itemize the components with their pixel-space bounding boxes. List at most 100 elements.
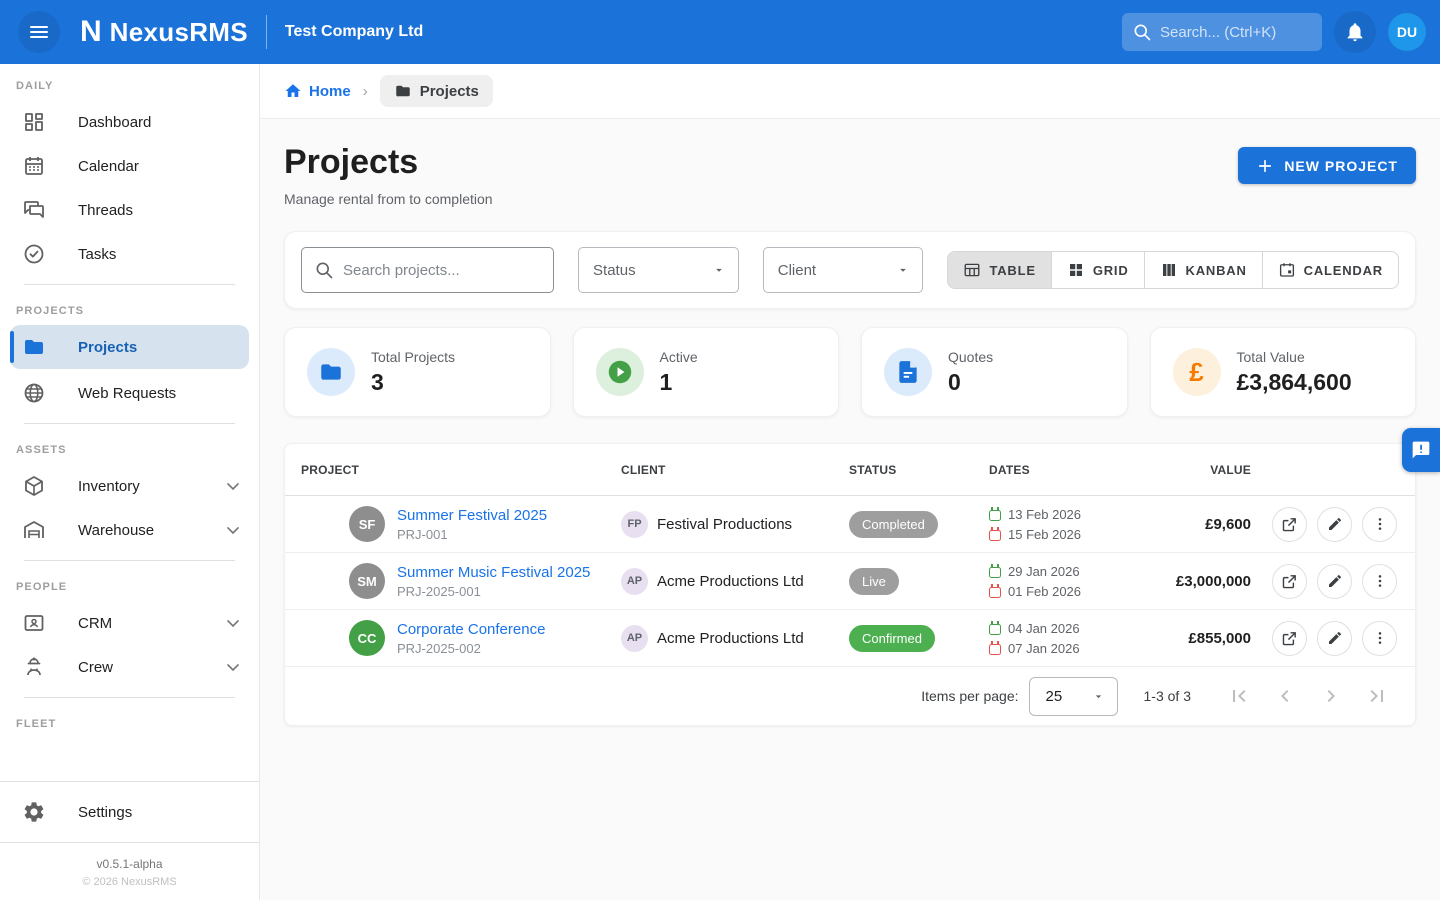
project-value: £9,600 xyxy=(1137,516,1251,533)
client-filter-label: Client xyxy=(778,262,816,279)
calendar-end-icon xyxy=(989,644,1001,655)
sidebar-item-web-requests[interactable]: Web Requests xyxy=(0,371,259,415)
sidebar-item-settings[interactable]: Settings xyxy=(0,790,259,834)
end-date: 01 Feb 2026 xyxy=(1008,584,1081,599)
page-title: Projects xyxy=(284,143,493,182)
sidebar-item-label: Dashboard xyxy=(78,114,151,131)
project-avatar: SF xyxy=(349,506,385,542)
client-avatar: FP xyxy=(621,511,648,538)
more-actions-button[interactable] xyxy=(1362,564,1397,599)
view-calendar-label: CALENDAR xyxy=(1304,263,1383,278)
stat-value: 1 xyxy=(660,369,698,396)
breadcrumb: Home › Projects xyxy=(260,64,1440,119)
view-kanban-button[interactable]: KANBAN xyxy=(1144,251,1263,289)
open-project-button[interactable] xyxy=(1272,507,1307,542)
status-badge: Confirmed xyxy=(849,625,935,652)
sidebar-item-crm[interactable]: CRM xyxy=(0,601,259,645)
more-actions-button[interactable] xyxy=(1362,507,1397,542)
sidebar-divider xyxy=(24,697,235,698)
new-project-button[interactable]: NEW PROJECT xyxy=(1238,147,1416,184)
column-header-project: PROJECT xyxy=(301,463,621,477)
sidebar-item-crew[interactable]: Crew xyxy=(0,645,259,689)
chevron-right-icon xyxy=(1319,684,1343,708)
breadcrumb-current: Projects xyxy=(380,75,493,107)
project-code: PRJ-001 xyxy=(397,527,547,542)
global-search-input[interactable] xyxy=(1160,24,1310,41)
filter-bar: Status Client TABLE xyxy=(284,231,1416,309)
project-name-link[interactable]: Corporate Conference xyxy=(397,621,545,638)
sidebar-item-projects[interactable]: Projects xyxy=(10,325,249,369)
sidebar-item-tasks[interactable]: Tasks xyxy=(0,232,259,276)
company-name: Test Company Ltd xyxy=(285,23,423,41)
sidebar-item-threads[interactable]: Threads xyxy=(0,188,259,232)
feedback-bubble-icon xyxy=(1411,440,1431,460)
column-header-value: VALUE xyxy=(1137,463,1251,477)
nexus-logo-icon: N xyxy=(80,17,102,47)
project-search[interactable] xyxy=(301,247,554,293)
stats-row: Total Projects 3 Active 1 Quotes xyxy=(284,327,1416,417)
main-area: Home › Projects Projects Manage rental f… xyxy=(260,64,1440,900)
edit-project-button[interactable] xyxy=(1317,507,1352,542)
user-avatar[interactable]: DU xyxy=(1388,13,1426,51)
next-page-button[interactable] xyxy=(1311,676,1351,716)
global-search[interactable] xyxy=(1122,13,1322,51)
project-name-link[interactable]: Summer Music Festival 2025 xyxy=(397,564,590,581)
sidebar-item-warehouse[interactable]: Warehouse xyxy=(0,508,259,552)
page-size-select[interactable]: 25 xyxy=(1029,677,1118,716)
feedback-widget-button[interactable] xyxy=(1402,428,1440,472)
view-calendar-button[interactable]: CALENDAR xyxy=(1262,251,1399,289)
more-vert-icon xyxy=(1372,573,1388,589)
view-table-button[interactable]: TABLE xyxy=(947,251,1051,289)
copyright: © 2026 NexusRMS xyxy=(0,876,259,888)
sidebar-item-calendar[interactable]: Calendar xyxy=(0,144,259,188)
sidebar-item-label: Threads xyxy=(78,202,133,219)
breadcrumb-home[interactable]: Home xyxy=(284,82,351,100)
client-filter-select[interactable]: Client xyxy=(763,247,924,293)
project-name-link[interactable]: Summer Festival 2025 xyxy=(397,507,547,524)
column-header-client: CLIENT xyxy=(621,463,849,477)
chevron-left-icon xyxy=(1273,684,1297,708)
pencil-icon xyxy=(1327,516,1343,532)
breadcrumb-separator: › xyxy=(363,83,368,100)
more-vert-icon xyxy=(1372,630,1388,646)
last-page-button[interactable] xyxy=(1357,676,1397,716)
pencil-icon xyxy=(1327,573,1343,589)
more-actions-button[interactable] xyxy=(1362,621,1397,656)
folder-icon xyxy=(394,82,412,100)
pagination: Items per page: 25 1-3 of 3 xyxy=(285,667,1415,725)
breadcrumb-home-label: Home xyxy=(309,83,351,100)
status-filter-select[interactable]: Status xyxy=(578,247,739,293)
table-view-icon xyxy=(963,261,981,279)
launch-icon xyxy=(1281,630,1298,647)
document-icon xyxy=(884,348,932,396)
calendar-view-icon xyxy=(1278,261,1296,279)
hamburger-icon xyxy=(27,20,51,44)
sidebar-divider xyxy=(24,284,235,285)
project-code: PRJ-2025-001 xyxy=(397,584,590,599)
sidebar-nav: DAILY Dashboard Calendar Threads Tasks xyxy=(0,64,259,781)
sidebar-footer: v0.5.1-alpha © 2026 NexusRMS xyxy=(0,842,259,900)
open-project-button[interactable] xyxy=(1272,564,1307,599)
client-name: Acme Productions Ltd xyxy=(657,630,804,647)
sidebar-item-inventory[interactable]: Inventory xyxy=(0,464,259,508)
column-header-status: STATUS xyxy=(849,463,989,477)
project-search-input[interactable] xyxy=(343,262,523,279)
calendar-end-icon xyxy=(989,587,1001,598)
view-kanban-label: KANBAN xyxy=(1186,263,1247,278)
edit-project-button[interactable] xyxy=(1317,621,1352,656)
edit-project-button[interactable] xyxy=(1317,564,1352,599)
notifications-button[interactable] xyxy=(1334,11,1376,53)
sidebar-item-dashboard[interactable]: Dashboard xyxy=(0,100,259,144)
sidebar-item-label: Warehouse xyxy=(78,522,154,539)
open-project-button[interactable] xyxy=(1272,621,1307,656)
box-icon xyxy=(22,474,46,498)
dashboard-icon xyxy=(22,110,46,134)
menu-button[interactable] xyxy=(18,11,60,53)
chevron-down-icon xyxy=(223,476,243,496)
more-vert-icon xyxy=(1372,516,1388,532)
tasks-icon xyxy=(22,242,46,266)
view-grid-button[interactable]: GRID xyxy=(1051,251,1145,289)
prev-page-button[interactable] xyxy=(1265,676,1305,716)
first-page-button[interactable] xyxy=(1219,676,1259,716)
launch-icon xyxy=(1281,516,1298,533)
